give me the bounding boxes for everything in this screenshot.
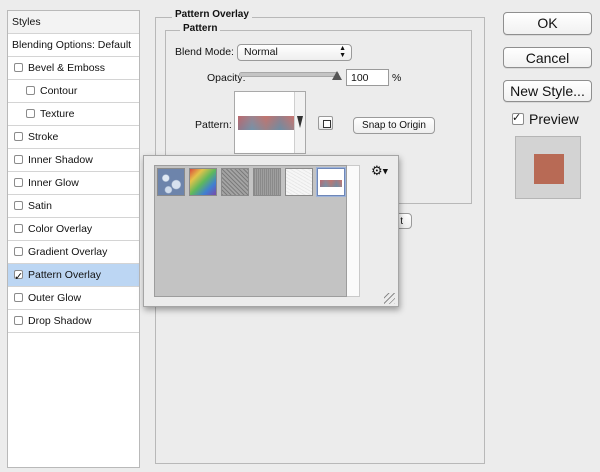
ok-button[interactable]: OK — [503, 12, 592, 35]
group-title: Pattern — [180, 23, 221, 34]
rainbow-pattern-thumbnail[interactable] — [189, 168, 217, 196]
style-item-drop-shadow[interactable]: Drop Shadow — [8, 310, 139, 333]
bevel-and-emboss-checkbox[interactable] — [14, 62, 23, 72]
gray-fabric-pattern-thumbnail[interactable] — [253, 168, 281, 196]
inner-glow-checkbox[interactable] — [14, 177, 23, 187]
style-item-label: Satin — [28, 200, 52, 212]
opacity-unit: % — [392, 72, 402, 84]
pattern-picker-popup: ⚙▼ — [143, 155, 399, 307]
preview-swatch — [534, 154, 564, 184]
stroke-checkbox[interactable] — [14, 131, 23, 141]
style-item-satin[interactable]: Satin — [8, 195, 139, 218]
style-item-label: Drop Shadow — [28, 315, 92, 327]
section-title: Pattern Overlay — [172, 9, 252, 20]
new-preset-icon — [323, 120, 331, 128]
pattern-grid[interactable] — [154, 165, 347, 297]
opacity-slider[interactable] — [239, 71, 342, 80]
pattern-overlay-checkbox[interactable] — [14, 266, 23, 288]
opacity-input[interactable]: 100 — [346, 69, 389, 86]
pattern-picker-button[interactable] — [234, 91, 306, 154]
blend-mode-select[interactable]: Normal ▲ ▼ — [237, 44, 352, 61]
style-item-label: Color Overlay — [28, 223, 93, 235]
inner-shadow-checkbox[interactable] — [14, 154, 23, 164]
drop-shadow-checkbox[interactable] — [14, 315, 23, 325]
style-item-texture[interactable]: Texture — [8, 103, 139, 126]
gear-menu-arrow-icon: ▼ — [382, 167, 389, 176]
satin-checkbox[interactable] — [14, 200, 23, 210]
opacity-slider-fill — [240, 73, 338, 76]
styles-header[interactable]: Styles — [8, 11, 139, 34]
gray-noise-pattern-thumbnail[interactable] — [221, 168, 249, 196]
blend-mode-value: Normal — [244, 46, 278, 58]
new-style-button[interactable]: New Style... — [503, 80, 592, 102]
style-item-label: Inner Glow — [28, 177, 79, 189]
gear-menu-button[interactable]: ⚙▼ — [371, 164, 388, 179]
preview-box — [515, 136, 581, 199]
pattern-dropdown[interactable] — [294, 92, 305, 153]
cancel-button[interactable]: Cancel — [503, 47, 592, 68]
style-item-label: Texture — [40, 108, 75, 120]
outer-glow-checkbox[interactable] — [14, 292, 23, 302]
texture-checkbox[interactable] — [26, 108, 35, 118]
color-overlay-checkbox[interactable] — [14, 223, 23, 233]
gear-icon: ⚙ — [371, 164, 383, 179]
blending-options-item[interactable]: Blending Options: Default — [8, 34, 139, 57]
preview-toggle[interactable]: Preview — [512, 109, 579, 128]
style-item-inner-shadow[interactable]: Inner Shadow — [8, 149, 139, 172]
contour-checkbox[interactable] — [26, 85, 35, 95]
style-item-label: Bevel & Emboss — [28, 62, 106, 74]
current-pattern-swatch — [320, 180, 342, 187]
style-item-gradient-overlay[interactable]: Gradient Overlay — [8, 241, 139, 264]
style-item-label: Inner Shadow — [28, 154, 93, 166]
bubbles-pattern-thumbnail[interactable] — [157, 168, 185, 196]
new-preset-button[interactable] — [318, 116, 333, 130]
pattern-swatch — [238, 116, 294, 130]
current-pattern-thumbnail[interactable] — [317, 168, 345, 196]
style-item-color-overlay[interactable]: Color Overlay — [8, 218, 139, 241]
style-item-outer-glow[interactable]: Outer Glow — [8, 287, 139, 310]
style-item-label: Outer Glow — [28, 292, 82, 304]
resize-grip-icon[interactable] — [384, 293, 395, 304]
opacity-slider-handle[interactable] — [332, 71, 342, 80]
pattern-label: Pattern: — [195, 119, 232, 131]
snap-to-origin-button[interactable]: Snap to Origin — [353, 117, 435, 134]
style-item-bevel-and-emboss[interactable]: Bevel & Emboss — [8, 57, 139, 80]
dropdown-triangle-icon — [297, 116, 303, 128]
white-paper-pattern-thumbnail[interactable] — [285, 168, 313, 196]
gradient-overlay-checkbox[interactable] — [14, 246, 23, 256]
style-item-label: Gradient Overlay — [28, 246, 108, 258]
preview-label: Preview — [529, 111, 579, 127]
preview-checkbox[interactable] — [512, 109, 524, 127]
style-item-pattern-overlay[interactable]: Pattern Overlay — [8, 264, 139, 288]
style-item-inner-glow[interactable]: Inner Glow — [8, 172, 139, 195]
style-item-label: Stroke — [28, 131, 59, 143]
updown-arrows-icon: ▲ ▼ — [339, 45, 346, 59]
pattern-grid-scrollbar[interactable] — [347, 165, 360, 297]
style-item-label: Contour — [40, 85, 78, 97]
blend-mode-label: Blend Mode: — [175, 46, 234, 58]
styles-panel: Styles Blending Options: Default Bevel &… — [7, 10, 140, 468]
style-item-stroke[interactable]: Stroke — [8, 126, 139, 149]
style-item-contour[interactable]: Contour — [8, 80, 139, 103]
style-item-label: Pattern Overlay — [28, 269, 101, 281]
